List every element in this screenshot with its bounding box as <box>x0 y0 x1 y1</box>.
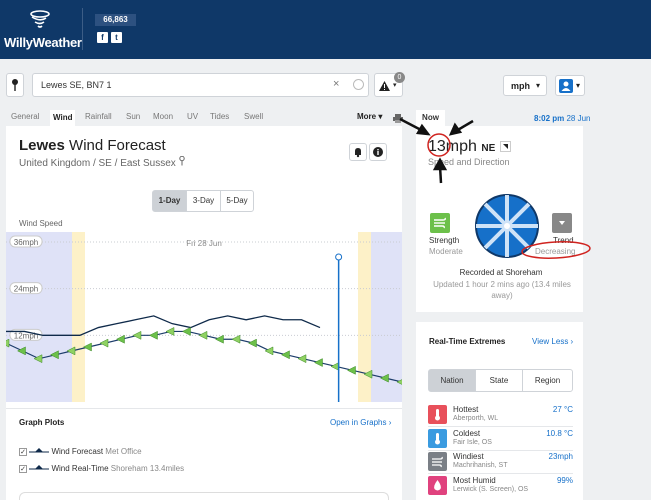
units-select[interactable]: mph ▾ <box>503 75 547 96</box>
page-title: Lewes Wind Forecast <box>19 137 166 154</box>
clear-icon[interactable]: × <box>333 78 339 90</box>
pin-icon[interactable] <box>178 155 185 166</box>
y-tick-label: 36mph <box>14 238 38 247</box>
recorded-at: Recorded at Shoreham <box>459 268 543 277</box>
trend-label: Trend <box>553 236 574 245</box>
breadcrumb-county[interactable]: East Sussex <box>120 158 176 169</box>
range-3-day[interactable]: 3-Day <box>186 190 221 212</box>
realtime-arrow-icon <box>29 465 50 470</box>
breadcrumb-region[interactable]: SE <box>99 158 112 169</box>
header-divider <box>82 8 83 50</box>
thermometer-hot-icon <box>428 405 447 424</box>
notification-button[interactable] <box>349 143 367 161</box>
tab-tides[interactable]: Tides <box>210 112 229 121</box>
tab-moon[interactable]: Moon <box>153 112 173 121</box>
extreme-windiest-value: 23mph <box>548 452 573 461</box>
y-tick-label: 24mph <box>14 285 38 294</box>
breadcrumb: United Kingdom / SE / East Sussex <box>19 155 185 169</box>
strength-label: Strength <box>429 236 460 245</box>
tab-swell[interactable]: Swell <box>244 112 263 121</box>
brand-logo[interactable]: WillyWeather <box>4 8 82 52</box>
chart-date-label: Fri 28 Jun <box>186 239 222 248</box>
humidity-icon <box>428 476 447 495</box>
info-icon <box>373 147 383 157</box>
plot-wind-realtime[interactable]: ✓ Wind Real-Time Shoreham 13.4miles <box>19 464 184 474</box>
chevron-down-icon: ▾ <box>536 81 541 90</box>
extreme-humid-label: Most Humid <box>453 476 496 485</box>
current-time: 8:02 pm 28 Jun <box>534 114 591 123</box>
extremes-tab-region[interactable]: Region <box>522 369 573 392</box>
chevron-down-icon: ▾ <box>576 81 581 90</box>
range-1-day[interactable]: 1-Day <box>152 190 187 212</box>
wind-icon <box>428 452 447 471</box>
thermometer-cold-icon <box>428 429 447 448</box>
chart-title: Wind Speed <box>19 219 63 228</box>
extremes-title: Real-Time Extremes <box>429 337 506 346</box>
extreme-hottest-value: 27 °C <box>552 405 573 414</box>
checkbox-realtime[interactable]: ✓ <box>19 465 27 474</box>
extremes-tab-state[interactable]: State <box>475 369 523 392</box>
location-pin-button[interactable] <box>6 73 24 97</box>
location-search-input[interactable]: Lewes SE, BN7 1 × <box>32 73 369 97</box>
extreme-coldest-location[interactable]: Fair Isle, OS <box>453 439 492 446</box>
extreme-hottest-label: Hottest <box>453 405 479 414</box>
tornado-logo-icon <box>30 10 50 28</box>
alerts-count-badge: 0 <box>394 72 405 83</box>
open-in-graphs-link[interactable]: Open in Graphs › <box>330 418 391 427</box>
trend-icon <box>552 213 572 233</box>
warning-icon <box>379 81 390 91</box>
tab-general[interactable]: General <box>11 112 39 121</box>
view-less-link[interactable]: View Less › <box>532 337 573 346</box>
user-icon <box>559 79 573 93</box>
bell-icon <box>355 148 361 158</box>
tab-now[interactable]: Now <box>416 110 445 126</box>
extreme-windiest-label: Windiest <box>453 452 484 461</box>
search-value: Lewes SE, BN7 1 <box>41 80 112 90</box>
extreme-coldest-label: Coldest <box>453 429 481 438</box>
brand-name: WillyWeather <box>4 35 82 50</box>
y-tick-label: 12mph <box>14 331 38 340</box>
tab-uv[interactable]: UV <box>187 112 198 121</box>
strength-icon <box>430 213 450 233</box>
direction-arrow-icon <box>499 141 511 153</box>
graph-plots-title: Graph Plots <box>19 418 65 427</box>
tab-wind[interactable]: Wind <box>50 110 76 126</box>
graph-footer-bar <box>19 492 389 500</box>
more-menu[interactable]: More ▾ <box>357 112 382 121</box>
speed-direction-label: Speed and Direction <box>428 157 510 167</box>
extreme-coldest-value: 10.8 °C <box>546 429 573 438</box>
wind-speed-chart[interactable]: Fri 28 Jun 12mph 24mph 36mph <box>6 232 402 402</box>
extreme-hottest-location[interactable]: Aberporth, WL <box>453 415 498 422</box>
locate-me-icon[interactable] <box>353 79 364 90</box>
tab-sun[interactable]: Sun <box>126 112 140 121</box>
facebook-likes-count: 66,863 <box>95 14 136 26</box>
print-icon[interactable] <box>393 114 403 123</box>
extremes-tab-nation[interactable]: Nation <box>428 369 476 392</box>
trend-value: Decreasing <box>535 247 576 256</box>
twitter-icon[interactable]: t <box>111 32 122 43</box>
wind-direction-dial <box>475 194 539 258</box>
strength-value: Moderate <box>429 247 463 256</box>
facebook-icon[interactable]: f <box>97 32 108 43</box>
range-5-day[interactable]: 5-Day <box>220 190 254 212</box>
site-header: WillyWeather 66,863 f t <box>0 0 651 59</box>
forecast-direction-arrow <box>6 338 10 348</box>
extreme-humid-location[interactable]: Lerwick (S. Screen), OS <box>453 486 528 493</box>
extreme-humid-value: 99% <box>556 476 573 485</box>
info-button[interactable] <box>369 143 387 161</box>
extreme-windiest-location[interactable]: Machrihanish, ST <box>453 462 507 469</box>
updated-ago: Updated 1 hour 2 mins ago (13.4 miles aw… <box>433 280 571 300</box>
now-marker-dot <box>335 253 343 261</box>
breadcrumb-country[interactable]: United Kingdom <box>19 158 90 169</box>
tab-rainfall[interactable]: Rainfall <box>85 112 112 121</box>
wind-speed-value: 13mph NE <box>428 138 511 156</box>
units-value: mph <box>511 81 530 91</box>
forecast-arrow-icon <box>29 448 50 453</box>
chart-dawn-band <box>72 232 85 402</box>
plot-wind-forecast[interactable]: ✓ Wind Forecast Met Office <box>19 447 142 457</box>
account-button[interactable]: ▾ <box>555 75 585 96</box>
pin-icon <box>12 79 18 91</box>
checkbox-forecast[interactable]: ✓ <box>19 448 27 457</box>
